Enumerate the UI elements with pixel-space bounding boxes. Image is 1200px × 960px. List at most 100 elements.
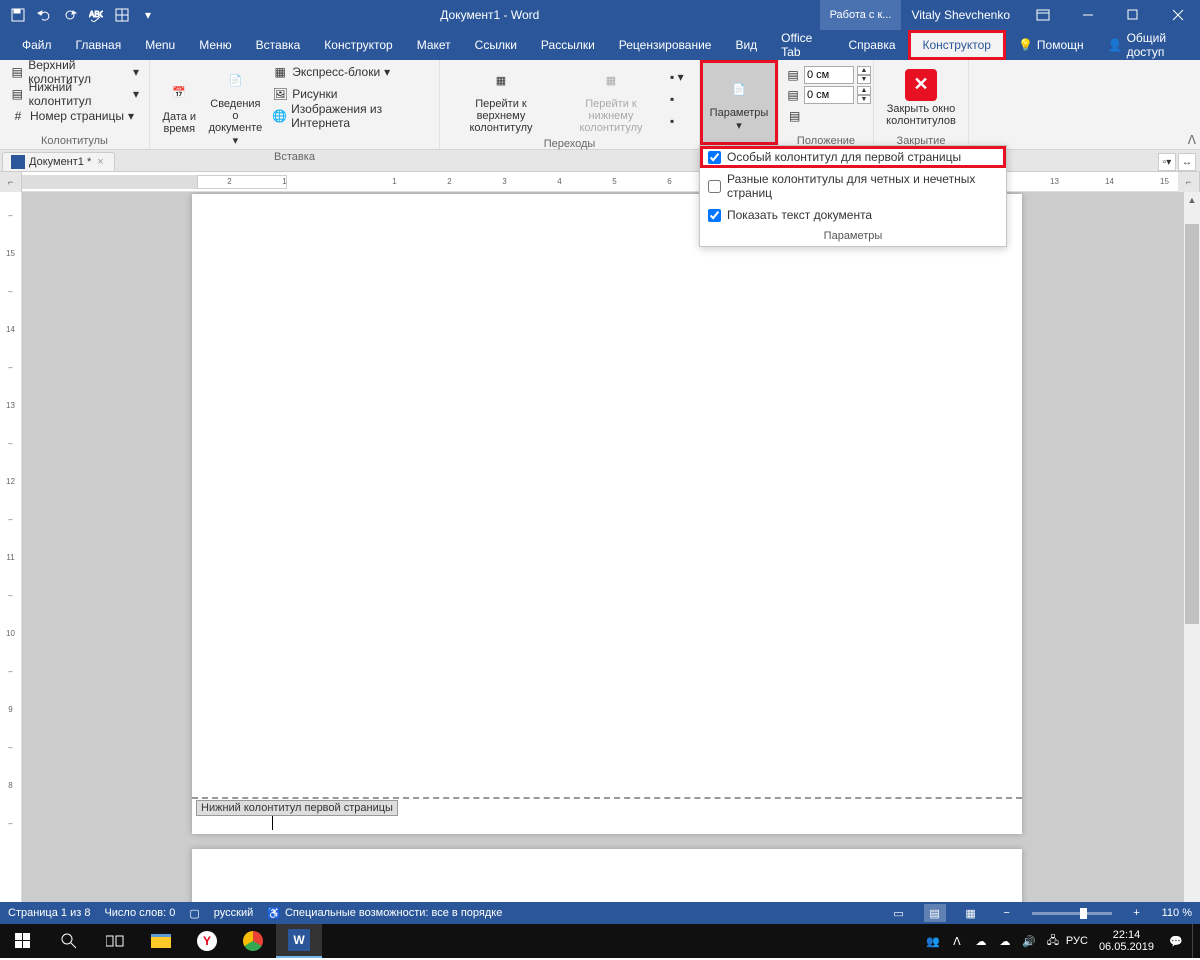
bottom-margin-input[interactable] bbox=[804, 86, 854, 104]
start-button[interactable] bbox=[0, 924, 46, 958]
menu-mailings[interactable]: Рассылки bbox=[529, 30, 607, 60]
date-time-button[interactable]: 📅Дата и время bbox=[156, 62, 203, 149]
onedrive-icon[interactable]: ☁ bbox=[973, 933, 989, 949]
menu-menu2[interactable]: Меню bbox=[187, 30, 243, 60]
insert-tab-button[interactable]: ▤ bbox=[785, 106, 871, 126]
undo-icon[interactable] bbox=[32, 3, 56, 27]
menu-tell-me[interactable]: 💡Помощн bbox=[1006, 30, 1096, 60]
menu-review[interactable]: Рецензирование bbox=[607, 30, 724, 60]
tray-clock[interactable]: 22:1406.05.2019 bbox=[1093, 929, 1160, 953]
pictures-button[interactable]: 🖼Рисунки bbox=[268, 84, 433, 104]
redo-icon[interactable] bbox=[58, 3, 82, 27]
menu-menu1[interactable]: Menu bbox=[133, 30, 187, 60]
zoom-slider[interactable] bbox=[1032, 912, 1112, 915]
close-icon[interactable] bbox=[1155, 0, 1200, 30]
zoom-in-icon[interactable]: + bbox=[1126, 904, 1148, 922]
zoom-level[interactable]: 110 % bbox=[1162, 907, 1192, 919]
online-pictures-button[interactable]: 🌐Изображения из Интернета bbox=[268, 106, 433, 126]
read-mode-icon[interactable]: ▭ bbox=[888, 904, 910, 922]
nav-opt2[interactable]: ▪ bbox=[666, 89, 688, 109]
spellcheck-icon[interactable]: ABC bbox=[84, 3, 108, 27]
tab-tool2[interactable]: ↔ bbox=[1178, 153, 1196, 171]
scrollbar-thumb[interactable] bbox=[1185, 224, 1199, 624]
status-proof-icon[interactable]: ▢ bbox=[189, 907, 199, 920]
spin-up-icon[interactable]: ▲ bbox=[857, 66, 871, 75]
vertical-ruler[interactable]: –15–14–13–12–11–10–9–8– bbox=[0, 192, 22, 902]
web-layout-icon[interactable]: ▦ bbox=[960, 904, 982, 922]
option-odd-even[interactable]: Разные колонтитулы для четных и нечетных… bbox=[700, 168, 1006, 204]
task-view-icon[interactable] bbox=[92, 924, 138, 958]
quick-parts-button[interactable]: ▦Экспресс-блоки▾ bbox=[268, 62, 433, 82]
top-margin-spinner[interactable]: ▤▲▼ bbox=[785, 66, 871, 84]
people-icon[interactable]: 👥 bbox=[925, 933, 941, 949]
minimize-icon[interactable] bbox=[1065, 0, 1110, 30]
menu-file[interactable]: Файл bbox=[10, 30, 64, 60]
menu-home[interactable]: Главная bbox=[64, 30, 134, 60]
notifications-icon[interactable]: 💬 bbox=[1168, 933, 1184, 949]
spin-down-icon[interactable]: ▼ bbox=[857, 95, 871, 104]
top-margin-input[interactable] bbox=[804, 66, 854, 84]
save-icon[interactable] bbox=[6, 3, 30, 27]
menu-refs[interactable]: Ссылки bbox=[463, 30, 529, 60]
search-icon[interactable] bbox=[46, 924, 92, 958]
menu-share[interactable]: 👤Общий доступ bbox=[1096, 30, 1200, 60]
page-number-button[interactable]: #Номер страницы▾ bbox=[6, 106, 143, 126]
vertical-scrollbar[interactable]: ▲ bbox=[1184, 192, 1200, 902]
menu-insert[interactable]: Вставка bbox=[244, 30, 313, 60]
checkbox-odd-even[interactable] bbox=[708, 180, 721, 193]
menu-constructor2[interactable]: Конструктор bbox=[908, 30, 1006, 60]
nav-opt3[interactable]: ▪ bbox=[666, 111, 688, 131]
tray-lang[interactable]: РУС bbox=[1069, 933, 1085, 949]
group-insert: 📅Дата и время 📄Сведения о документе▾ ▦Эк… bbox=[150, 60, 440, 149]
zoom-out-icon[interactable]: − bbox=[996, 904, 1018, 922]
header-button[interactable]: ▤Верхний колонтитул▾ bbox=[6, 62, 143, 82]
yandex-icon[interactable]: Y bbox=[184, 924, 230, 958]
onedrive2-icon[interactable]: ☁ bbox=[997, 933, 1013, 949]
checkbox-show-text[interactable] bbox=[708, 209, 721, 222]
doc-tab[interactable]: Документ1 * × bbox=[2, 152, 115, 171]
table-icon[interactable] bbox=[110, 3, 134, 27]
options-button[interactable]: 📄 Параметры ▾ bbox=[700, 60, 778, 145]
ruler-right-toggle[interactable]: ⌐ bbox=[1178, 172, 1200, 192]
tray-chevron-up-icon[interactable]: ᐱ bbox=[949, 933, 965, 949]
document-area[interactable]: Нижний колонтитул первой страницы ▲ bbox=[22, 192, 1200, 902]
status-a11y[interactable]: ♿Специальные возможности: все в порядке bbox=[267, 907, 502, 920]
option-first-page[interactable]: Особый колонтитул для первой страницы bbox=[700, 146, 1006, 168]
tab-close-icon[interactable]: × bbox=[95, 156, 105, 168]
ribbon-display-icon[interactable] bbox=[1020, 0, 1065, 30]
network-icon[interactable]: 🖧 bbox=[1045, 933, 1061, 949]
print-layout-icon[interactable]: ▤ bbox=[924, 904, 946, 922]
goto-header-button[interactable]: ▦Перейти к верхнему колонтитулу bbox=[446, 62, 556, 136]
menu-officetab[interactable]: Office Tab bbox=[769, 30, 836, 60]
volume-icon[interactable]: 🔊 bbox=[1021, 933, 1037, 949]
footer-boundary bbox=[192, 797, 1022, 799]
maximize-icon[interactable] bbox=[1110, 0, 1155, 30]
show-desktop[interactable] bbox=[1192, 924, 1198, 958]
spin-down-icon[interactable]: ▼ bbox=[857, 75, 871, 84]
menu-layout[interactable]: Макет bbox=[405, 30, 463, 60]
explorer-icon[interactable] bbox=[138, 924, 184, 958]
tab-tool1[interactable]: ▫▾ bbox=[1158, 153, 1176, 171]
menu-view[interactable]: Вид bbox=[723, 30, 769, 60]
spin-up-icon[interactable]: ▲ bbox=[857, 86, 871, 95]
tab-selector[interactable]: ⌐ bbox=[0, 172, 22, 192]
qat-customize-icon[interactable]: ▾ bbox=[136, 3, 160, 27]
close-header-button[interactable]: ✕ Закрыть окно колонтитулов bbox=[880, 62, 962, 133]
status-words[interactable]: Число слов: 0 bbox=[104, 907, 175, 919]
bottom-margin-spinner[interactable]: ▤▲▼ bbox=[785, 86, 871, 104]
option-show-text[interactable]: Показать текст документа bbox=[700, 204, 1006, 226]
status-lang[interactable]: русский bbox=[214, 907, 253, 919]
zoom-thumb[interactable] bbox=[1080, 908, 1087, 919]
collapse-ribbon-icon[interactable]: ᐱ bbox=[1188, 133, 1196, 147]
doc-info-button[interactable]: 📄Сведения о документе▾ bbox=[203, 62, 269, 149]
menu-help[interactable]: Справка bbox=[836, 30, 907, 60]
scroll-up-icon[interactable]: ▲ bbox=[1184, 192, 1200, 208]
status-page[interactable]: Страница 1 из 8 bbox=[8, 907, 90, 919]
quick-access-toolbar: ABC ▾ bbox=[0, 3, 160, 27]
checkbox-first-page[interactable] bbox=[708, 151, 721, 164]
nav-opt1[interactable]: ▪ ▾ bbox=[666, 67, 688, 87]
word-icon[interactable]: W bbox=[276, 924, 322, 958]
chrome-icon[interactable] bbox=[230, 924, 276, 958]
menu-constructor1[interactable]: Конструктор bbox=[312, 30, 404, 60]
footer-button[interactable]: ▤Нижний колонтитул▾ bbox=[6, 84, 143, 104]
